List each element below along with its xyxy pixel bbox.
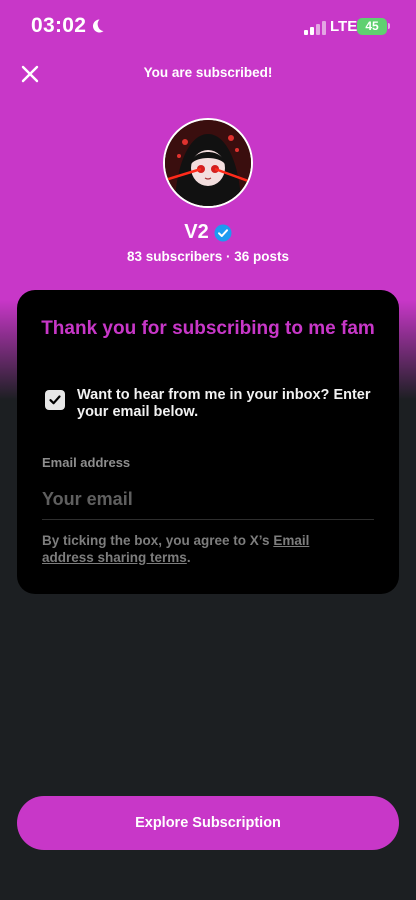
terms-prefix: By ticking the box, you agree to X’s [42,533,274,548]
moon-icon [92,19,104,33]
terms-text: By ticking the box, you agree to X’s Ema… [42,532,362,566]
profile-name: V2 [184,221,209,243]
profile-name-row: V2 [0,221,416,244]
page-title: You are subscribed! [143,65,273,80]
terms-suffix: . [186,550,191,565]
profile-stats: 83 subscribers · 36 posts [126,249,290,264]
signal-icon [304,21,326,35]
status-time: 03:02 [31,14,87,37]
battery-icon: 45 [357,18,387,35]
card-title: Thank you for subscribing to me fam [41,318,375,339]
avatar[interactable] [163,118,253,208]
network-label: LTE [330,18,358,35]
verified-badge-icon [214,224,232,241]
status-bar: 03:02 LTE 45 [0,0,416,56]
avatar-image [165,120,251,206]
email-field-label: Email address [42,455,131,470]
email-field[interactable] [42,480,374,518]
checkmark-icon [49,395,61,405]
explore-subscription-button[interactable]: Explore Subscription [17,796,399,850]
battery-tip [388,23,390,29]
email-field-underline [42,519,374,520]
email-opt-in-checkbox[interactable] [45,390,65,410]
checkbox-label: Want to hear from me in your inbox? Ente… [77,387,371,420]
subscription-card: Thank you for subscribing to me fam Want… [17,290,399,594]
